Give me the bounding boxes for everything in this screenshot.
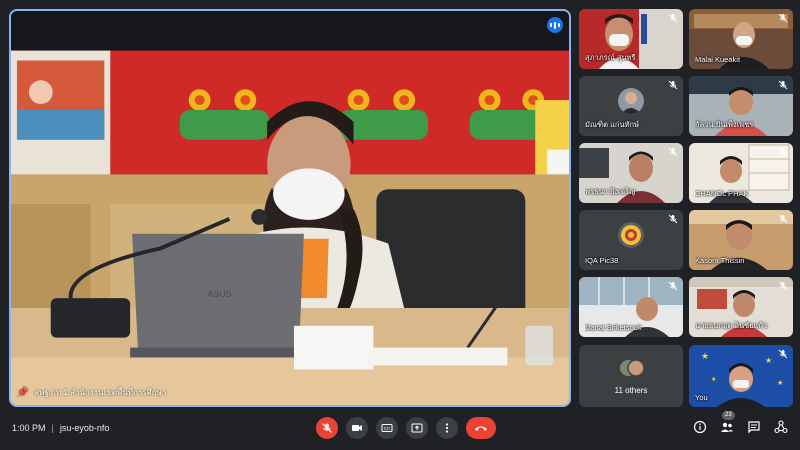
svg-text:★: ★ [765, 356, 772, 365]
current-time: 1:00 PM [12, 423, 46, 433]
mic-toggle-button[interactable] [316, 417, 338, 439]
avatar [618, 222, 644, 248]
camera-icon [352, 425, 362, 431]
participant-tile[interactable]: กัลวน ปันเพ็งเพชร [689, 76, 793, 136]
laptop-logo: ASUS [207, 289, 231, 299]
leave-call-button[interactable] [466, 417, 496, 439]
svg-text:★: ★ [777, 379, 783, 387]
participant-tile[interactable]: IQA Pic38 [579, 210, 683, 270]
captions-button[interactable]: CC [376, 417, 398, 439]
muted-mic-icon [778, 349, 788, 359]
participant-tile[interactable]: พรธนา ยิ่งเจริญ [579, 143, 683, 203]
participant-name: Malai Kueakit [695, 55, 741, 64]
present-icon [411, 423, 423, 433]
muted-mic-icon [668, 147, 678, 157]
avatar [618, 88, 644, 114]
people-button[interactable]: 23 [720, 411, 735, 434]
people-icon [721, 422, 733, 432]
mic-off-icon [322, 423, 332, 433]
participant-name: กัลวน ปันเพ็งเพชร [695, 120, 754, 129]
camera-toggle-button[interactable] [346, 417, 368, 439]
muted-mic-icon [668, 281, 678, 291]
participant-name: พรธนา ยิ่งเจริญ [585, 187, 636, 196]
participant-name: นายธนกฤต อินชัยแก้ว [695, 321, 768, 330]
participant-name: Danai Sriketsook [585, 323, 642, 332]
side-panel-controls: 23 [693, 411, 788, 434]
activities-button[interactable] [774, 420, 788, 434]
participant-name: มัณฑิต แก่นทักษ์ [585, 120, 640, 129]
main-speaker-label: 📌 สพฐ.กท 1 สำนักงานเขตพื้นที่การศึกษา [17, 386, 166, 399]
meeting-info: 1:00 PM | jsu-eyob-nfo [12, 423, 109, 433]
muted-mic-icon [668, 13, 678, 23]
muted-mic-icon [778, 147, 788, 157]
participant-tile[interactable]: Malai Kueakit [689, 9, 793, 69]
others-tile[interactable]: 11 others [579, 345, 683, 407]
main-speaker-name: สพฐ.กท 1 สำนักงานเขตพื้นที่การศึกษา [34, 388, 167, 397]
pin-icon[interactable]: 📌 [17, 387, 28, 398]
meeting-code: jsu-eyob-nfo [59, 423, 110, 433]
activities-icon [774, 420, 788, 434]
hang-up-icon [475, 426, 487, 431]
self-tile[interactable]: ★ ★ ★ ★ You [689, 345, 793, 407]
participant-name: สุภาภรณ์ สุนทรี [585, 53, 636, 62]
muted-mic-icon [778, 13, 788, 23]
present-screen-button[interactable] [406, 417, 428, 439]
muted-mic-icon [778, 214, 788, 224]
more-options-button[interactable] [436, 417, 458, 439]
participant-tile[interactable]: นายธนกฤต อินชัยแก้ว [689, 277, 793, 337]
more-vert-icon [445, 423, 449, 433]
separator: | [51, 423, 54, 433]
participant-count-badge: 23 [722, 411, 735, 420]
svg-text:★: ★ [711, 376, 716, 383]
others-avatars-icon [620, 359, 645, 377]
participant-grid: สุภาภรณ์ สุนทรี Malai Kueakit มัณฑิต แก่… [579, 9, 793, 407]
call-controls: CC [316, 417, 496, 439]
participant-name: IQA Pic38 [585, 256, 619, 265]
others-count: 11 others [614, 386, 648, 395]
participant-tile[interactable]: Kasora Thissin [689, 210, 793, 270]
speaking-indicator-icon [547, 17, 563, 33]
main-speaker-tile[interactable]: ASUS 📌 สพฐ.กท 1 สำนักงานเขตพื้นที่การศึก… [9, 9, 571, 407]
chat-button[interactable] [747, 420, 761, 434]
participant-tile[interactable]: สุภาภรณ์ สุนทรี [579, 9, 683, 69]
muted-mic-icon [778, 281, 788, 291]
main-video-feed: ASUS [11, 11, 569, 405]
muted-mic-icon [668, 214, 678, 224]
meeting-details-button[interactable] [693, 420, 707, 434]
participant-name: You [695, 393, 708, 402]
svg-text:★: ★ [701, 351, 709, 361]
participant-tile[interactable]: Danai Sriketsook [579, 277, 683, 337]
muted-mic-icon [668, 80, 678, 90]
participant-tile[interactable]: CHANOL PHAK [689, 143, 793, 203]
svg-text:CC: CC [384, 426, 391, 431]
captions-icon: CC [381, 424, 393, 432]
info-icon [693, 420, 707, 434]
chat-icon [748, 421, 760, 434]
participant-tile[interactable]: มัณฑิต แก่นทักษ์ [579, 76, 683, 136]
participant-name: CHANOL PHAK [695, 189, 749, 198]
muted-mic-icon [778, 80, 788, 90]
participant-name: Kasora Thissin [695, 256, 745, 265]
meeting-toolbar: 1:00 PM | jsu-eyob-nfo CC 23 [0, 411, 800, 450]
